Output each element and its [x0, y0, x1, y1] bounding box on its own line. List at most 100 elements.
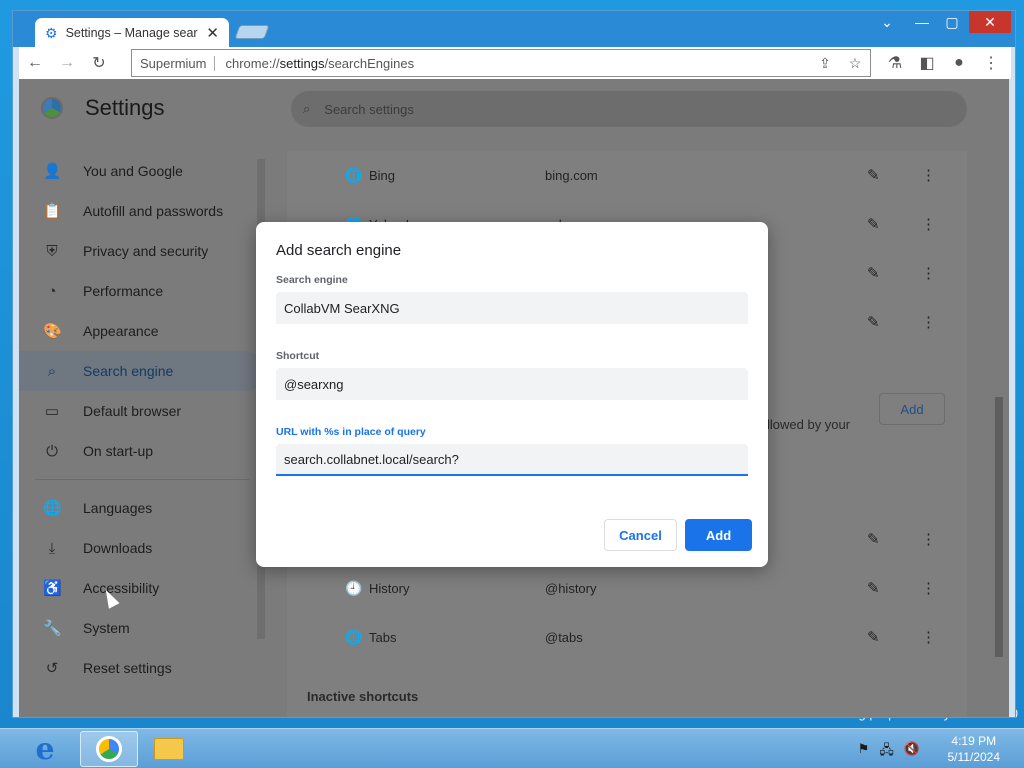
- taskbar-clock[interactable]: 4:19 PM 5/11/2024: [948, 733, 1001, 765]
- sidebar-item-reset[interactable]: ↺ Reset settings: [19, 648, 265, 688]
- system-tray: ⚑ 🖧 🔇: [858, 741, 920, 763]
- sidebar-divider: [35, 479, 249, 480]
- search-icon: ⌕: [47, 362, 57, 380]
- more-actions-icon[interactable]: ⋮: [921, 264, 936, 282]
- internet-explorer-icon[interactable]: e: [16, 731, 74, 767]
- sidebar-item-languages[interactable]: 🌐 Languages: [19, 488, 265, 528]
- taskbar: e ⚑ 🖧 🔇 4:19 PM 5/11/2024: [0, 728, 1024, 768]
- edit-pencil-icon[interactable]: ✎: [867, 628, 880, 646]
- add-site-search-button[interactable]: Add: [879, 393, 945, 425]
- more-actions-icon[interactable]: ⋮: [921, 215, 936, 233]
- labs-flask-icon[interactable]: ⚗: [879, 49, 911, 77]
- clock-date: 5/11/2024: [947, 750, 1001, 764]
- palette-icon: 🎨: [43, 323, 62, 340]
- edit-pencil-icon[interactable]: ✎: [867, 530, 880, 548]
- omnibox-site-chip: Supermium: [132, 55, 216, 71]
- tab-title: Settings – Manage search engines: [65, 26, 199, 40]
- maximize-button[interactable]: ▢: [939, 11, 965, 33]
- scrollbar-thumb[interactable]: [995, 397, 1003, 657]
- sidebar-item-privacy[interactable]: ⛨ Privacy and security: [19, 231, 265, 271]
- list-item: 🕘 History @history ✎ ⋮: [345, 579, 936, 598]
- clipboard-icon: 📋: [43, 203, 62, 220]
- omnibox-url: chrome://settings/searchEngines: [225, 55, 415, 71]
- dialog-title: Add search engine: [276, 242, 402, 259]
- sidebar-item-downloads[interactable]: ⤓ Downloads: [19, 528, 265, 568]
- more-actions-icon[interactable]: ⋮: [921, 313, 936, 331]
- search-engine-label: Search engine: [276, 274, 348, 286]
- edit-pencil-icon[interactable]: ✎: [867, 166, 880, 184]
- edit-pencil-icon[interactable]: ✎: [867, 215, 880, 233]
- forward-button[interactable]: →: [51, 49, 83, 77]
- sidebar-item-autofill[interactable]: 📋 Autofill and passwords: [19, 191, 265, 231]
- chromium-logo-icon: [41, 97, 63, 119]
- browser-icon: ▭: [44, 403, 60, 420]
- more-actions-icon[interactable]: ⋮: [921, 166, 936, 184]
- sidebar-item-you-and-google[interactable]: 👤 You and Google: [19, 151, 265, 191]
- bookmark-star-icon[interactable]: ☆: [840, 55, 870, 72]
- tab-settings[interactable]: ⚙ Settings – Manage search engines ✕: [35, 18, 229, 48]
- shortcut-label: Shortcut: [276, 350, 320, 362]
- new-tab-button[interactable]: [234, 25, 270, 39]
- edit-pencil-icon[interactable]: ✎: [867, 264, 880, 282]
- page-title: Settings: [85, 95, 165, 120]
- network-icon[interactable]: 🖧: [879, 741, 894, 763]
- sidebar-item-accessibility[interactable]: ♿ Accessibility: [19, 568, 265, 608]
- sidebar-item-on-startup[interactable]: ⏻ On start-up: [19, 431, 265, 471]
- tab-search-chevron-icon[interactable]: ⌄: [875, 11, 899, 33]
- inactive-shortcuts-heading: Inactive shortcuts: [307, 689, 419, 704]
- main-scrollbar[interactable]: [993, 151, 1005, 717]
- reload-button[interactable]: ↻: [83, 49, 115, 77]
- power-icon: ⏻: [46, 442, 58, 460]
- more-actions-icon[interactable]: ⋮: [921, 579, 936, 597]
- clock-time: 4:19 PM: [951, 734, 997, 748]
- reset-icon: ↺: [45, 660, 59, 677]
- menu-kebab-icon[interactable]: ⋮: [975, 49, 1007, 77]
- settings-search-input[interactable]: ⌕ Search settings: [291, 91, 967, 127]
- history-icon: 🕘: [345, 579, 363, 596]
- back-button[interactable]: ←: [19, 49, 51, 77]
- supermium-taskbar-icon[interactable]: [80, 731, 138, 767]
- settings-sidebar: 👤 You and Google 📋 Autofill and passwords …: [19, 151, 265, 688]
- search-icon: ⌕: [303, 101, 311, 116]
- sidebar-item-search-engine[interactable]: ⌕ Search engine: [19, 351, 265, 391]
- speedometer-icon: ◔: [47, 282, 57, 300]
- more-actions-icon[interactable]: ⋮: [921, 628, 936, 646]
- search-placeholder: Search settings: [324, 101, 414, 117]
- side-panel-icon[interactable]: ◧: [911, 49, 943, 77]
- sidebar-item-performance[interactable]: ◔ Performance: [19, 271, 265, 311]
- add-button[interactable]: Add: [685, 519, 752, 551]
- title-bar: ⚙ Settings – Manage search engines ✕ ⌄ —…: [13, 11, 1015, 48]
- sidebar-item-appearance[interactable]: 🎨 Appearance: [19, 311, 265, 351]
- sidebar-item-default-browser[interactable]: ▭ Default browser: [19, 391, 265, 431]
- share-icon[interactable]: ⇪: [810, 55, 840, 72]
- settings-header: Settings ⌕ Search settings: [19, 79, 1009, 137]
- shield-icon: ⛨: [46, 242, 58, 260]
- window-close-button[interactable]: ✕: [969, 11, 1011, 33]
- cancel-button[interactable]: Cancel: [604, 519, 677, 551]
- globe-icon: 🌐: [43, 500, 62, 517]
- flag-icon[interactable]: ⚑: [858, 741, 870, 763]
- sidebar-item-system[interactable]: 🔧 System: [19, 608, 265, 648]
- volume-muted-icon[interactable]: 🔇: [904, 741, 920, 763]
- more-actions-icon[interactable]: ⋮: [921, 530, 936, 548]
- globe-icon: 🌐: [345, 628, 363, 645]
- shortcut-field[interactable]: [276, 368, 748, 400]
- list-item: 🌐 Tabs @tabs ✎ ⋮: [345, 628, 936, 647]
- url-field[interactable]: [276, 444, 748, 476]
- globe-icon: 🌐: [345, 166, 363, 183]
- minimize-button[interactable]: —: [909, 11, 935, 33]
- profile-avatar-icon[interactable]: ●: [943, 49, 975, 77]
- edit-pencil-icon[interactable]: ✎: [867, 313, 880, 331]
- settings-gear-icon: ⚙: [45, 24, 58, 41]
- add-search-engine-dialog: Add search engine Search engine Shortcut…: [256, 222, 768, 567]
- person-icon: 👤: [43, 163, 62, 180]
- file-explorer-icon[interactable]: [140, 731, 198, 767]
- edit-pencil-icon[interactable]: ✎: [867, 579, 880, 597]
- tab-close-icon[interactable]: ✕: [206, 24, 219, 42]
- section-description: llowed by your: [767, 417, 851, 432]
- accessibility-icon: ♿: [43, 580, 62, 597]
- search-engine-field[interactable]: [276, 292, 748, 324]
- list-item: 🌐 Bing bing.com ✎ ⋮: [345, 166, 936, 185]
- address-bar[interactable]: Supermium chrome://settings/searchEngine…: [131, 49, 871, 77]
- download-icon: ⤓: [48, 539, 56, 557]
